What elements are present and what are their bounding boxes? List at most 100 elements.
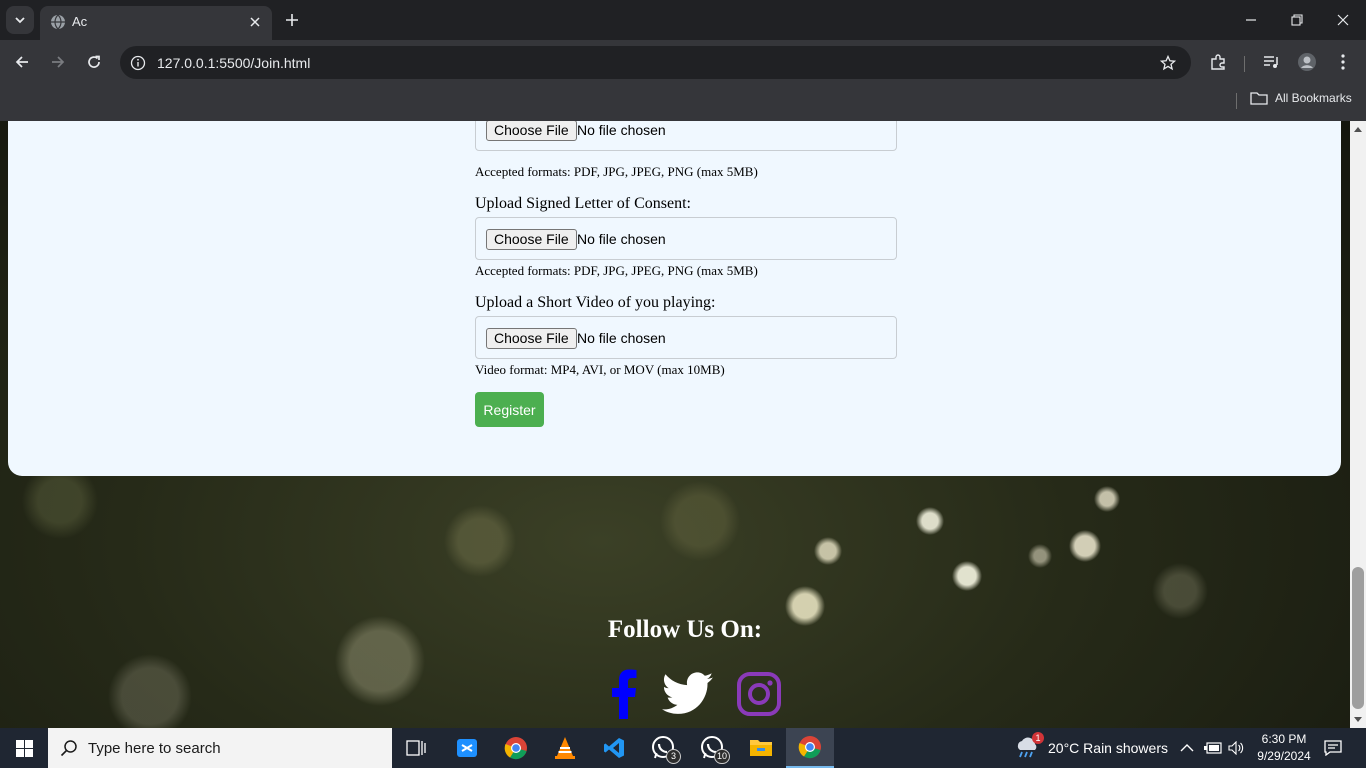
reload-icon — [88, 55, 100, 68]
weather-text: 20°C Rain showers — [1048, 740, 1168, 756]
restore-button[interactable] — [1274, 0, 1320, 40]
action-center-button[interactable] — [1324, 728, 1342, 768]
whatsapp-app-1[interactable]: 3 — [639, 728, 687, 768]
folder-icon — [750, 740, 772, 756]
chrome-app-active[interactable] — [786, 728, 834, 768]
weather-widget[interactable]: 1 20°C Rain showers — [1014, 728, 1168, 768]
twitter-icon — [662, 672, 714, 714]
toolbar-divider — [1244, 56, 1245, 72]
caret-down-icon — [1354, 717, 1362, 722]
windows-taskbar: Type here to search 3 10 1 20°C Rain sho… — [0, 728, 1366, 768]
snipping-tool-app[interactable] — [443, 728, 491, 768]
whatsapp-app-2[interactable]: 10 — [688, 728, 736, 768]
minimize-button[interactable] — [1228, 0, 1274, 40]
weather-icon-wrap: 1 — [1014, 732, 1044, 760]
scroll-down-button[interactable] — [1350, 712, 1366, 728]
choose-file-button-1[interactable]: Choose File — [486, 121, 577, 141]
weather-alert-badge: 1 — [1032, 732, 1044, 744]
twitter-link[interactable] — [660, 669, 716, 719]
bookmark-star-button[interactable] — [1157, 52, 1179, 74]
all-bookmarks-button[interactable]: All Bookmarks — [1250, 91, 1352, 105]
arrow-left-icon — [15, 56, 28, 68]
tab-close-button[interactable] — [246, 13, 264, 31]
close-window-button[interactable] — [1320, 0, 1366, 40]
show-hidden-icons-button[interactable] — [1180, 728, 1194, 768]
volume-control[interactable] — [1228, 728, 1244, 768]
address-bar[interactable]: 127.0.0.1:5500/Join.html — [120, 46, 1191, 79]
system-clock[interactable]: 6:30 PM 9/29/2024 — [1246, 731, 1322, 765]
speaker-icon — [1228, 741, 1244, 755]
restore-icon — [1291, 14, 1303, 26]
site-info-button[interactable] — [128, 53, 148, 73]
plus-icon — [286, 14, 298, 26]
facebook-link[interactable] — [604, 669, 644, 719]
globe-icon — [51, 14, 65, 30]
url-text[interactable]: 127.0.0.1:5500/Join.html — [157, 55, 310, 71]
register-button[interactable]: Register — [475, 392, 544, 427]
whatsapp-badge-1: 3 — [666, 749, 681, 764]
choose-file-button-3[interactable]: Choose File — [486, 328, 577, 349]
bookmarks-divider — [1236, 93, 1237, 109]
page-viewport: Choose File No file chosen Accepted form… — [0, 121, 1350, 728]
instagram-icon — [737, 672, 781, 716]
registration-form: Choose File No file chosen Accepted form… — [8, 121, 1341, 476]
choose-file-button-2[interactable]: Choose File — [486, 229, 577, 250]
file-status-3: No file chosen — [577, 330, 666, 346]
reload-button[interactable] — [80, 48, 108, 76]
tab-title: Ac — [72, 14, 88, 29]
vlc-app[interactable] — [541, 728, 589, 768]
battery-icon — [1204, 742, 1222, 754]
back-button[interactable] — [8, 48, 36, 76]
new-tab-button[interactable] — [280, 8, 304, 32]
vscode-app[interactable] — [590, 728, 638, 768]
close-icon — [250, 17, 260, 27]
close-icon — [1337, 14, 1349, 26]
scroll-up-button[interactable] — [1350, 121, 1366, 137]
browser-tab-active[interactable]: Ac — [40, 6, 272, 40]
folder-icon — [1250, 92, 1268, 105]
vscode-icon — [604, 738, 624, 758]
chrome-icon — [798, 736, 821, 759]
caret-up-icon — [1354, 127, 1362, 132]
clock-time: 6:30 PM — [1261, 732, 1307, 746]
profile-button[interactable] — [1293, 48, 1321, 76]
file-status-2: No file chosen — [577, 231, 666, 247]
scrollbar-thumb[interactable] — [1352, 567, 1364, 709]
video-upload-field: Choose File No file chosen — [475, 316, 897, 359]
page-scrollbar[interactable] — [1350, 121, 1366, 728]
browser-toolbar: 127.0.0.1:5500/Join.html — [0, 40, 1366, 85]
battery-status[interactable] — [1204, 728, 1222, 768]
field2-hint: Accepted formats: PDF, JPG, JPEG, PNG (m… — [475, 263, 758, 278]
chrome-menu-button[interactable] — [1329, 48, 1357, 76]
task-view-button[interactable] — [392, 728, 440, 768]
consent-letter-label: Upload Signed Letter of Consent: — [475, 195, 691, 212]
star-icon — [1160, 55, 1176, 71]
extensions-button[interactable] — [1204, 48, 1232, 76]
media-control-button[interactable] — [1257, 48, 1285, 76]
avatar — [1298, 53, 1316, 71]
follow-us-heading: Follow Us On: — [607, 616, 763, 643]
music-queue-icon — [1264, 56, 1278, 68]
facebook-icon — [612, 669, 637, 719]
notifications-icon — [1324, 740, 1342, 756]
file-upload-field-1: Choose File No file chosen — [475, 121, 897, 151]
windows-logo-icon — [15, 739, 33, 757]
snipping-tool-icon — [457, 739, 477, 757]
file-explorer-app[interactable] — [737, 728, 785, 768]
forward-button[interactable] — [44, 48, 72, 76]
all-bookmarks-label: All Bookmarks — [1275, 91, 1352, 105]
bookmarks-bar: All Bookmarks — [0, 85, 1366, 121]
vlc-icon — [555, 737, 575, 759]
tab-search-button[interactable] — [6, 6, 34, 34]
taskbar-search-box[interactable]: Type here to search — [48, 728, 392, 768]
chevron-up-icon — [1180, 744, 1194, 752]
instagram-link[interactable] — [734, 669, 784, 719]
start-button[interactable] — [0, 728, 48, 768]
whatsapp-badge-2: 10 — [713, 749, 730, 764]
chevron-down-icon — [15, 17, 25, 24]
search-icon — [60, 740, 77, 757]
task-view-icon — [406, 740, 426, 756]
tab-strip: Ac — [0, 0, 1366, 40]
clock-date: 9/29/2024 — [1257, 749, 1311, 763]
chrome-app[interactable] — [492, 728, 540, 768]
